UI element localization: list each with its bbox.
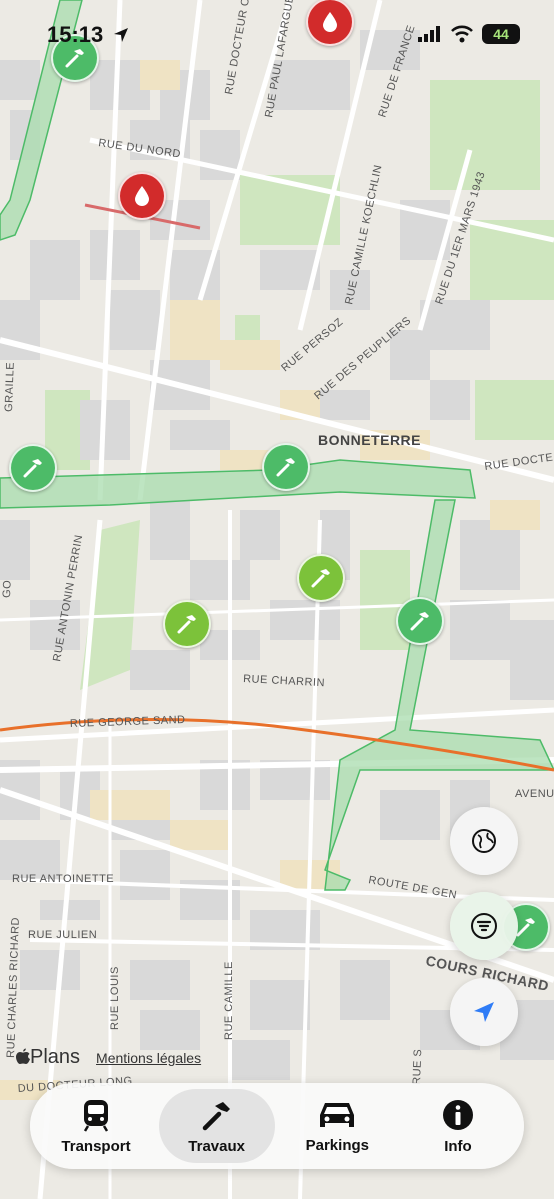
location-arrow-icon	[474, 1002, 494, 1022]
hammer-icon	[202, 1101, 230, 1130]
street-label: RUE JULIEN	[28, 929, 97, 941]
info-icon	[442, 1099, 473, 1130]
car-icon	[320, 1102, 355, 1127]
tab-travaux[interactable]: Travaux	[158, 1089, 275, 1163]
tab-transport[interactable]: Transport	[38, 1089, 154, 1163]
tram-icon	[83, 1099, 109, 1132]
hammer-icon	[276, 458, 295, 477]
wifi-icon	[451, 25, 473, 43]
cellular-signal-icon	[418, 26, 440, 42]
tab-label: Travaux	[188, 1137, 246, 1155]
location-arrow-icon	[114, 28, 128, 42]
tab-label: Info	[444, 1137, 472, 1155]
globe-button[interactable]	[450, 807, 518, 875]
street-label: RUE CAMILLE	[223, 961, 235, 1040]
status-time: 15:13	[47, 22, 104, 47]
street-label: RUE ANTOINETTE	[12, 873, 114, 885]
water-pin[interactable]	[118, 172, 166, 220]
status-bar: 15:13 44	[0, 0, 554, 70]
street-label: RUE LOUIS	[109, 966, 121, 1030]
street-label: RUE S	[411, 1049, 424, 1086]
hammer-icon	[410, 612, 429, 631]
filter-button[interactable]	[450, 892, 518, 960]
tab-label: Transport	[61, 1137, 131, 1155]
tab-bar: Transport Travaux Parkings Info	[30, 1083, 524, 1169]
legal-notice-link[interactable]: Mentions légales	[96, 1050, 201, 1066]
hammer-icon	[311, 569, 330, 588]
worksite-pin[interactable]	[9, 444, 57, 492]
filter-icon	[471, 913, 497, 939]
worksite-pin[interactable]	[297, 554, 345, 602]
hammer-icon	[177, 615, 196, 634]
globe-icon	[472, 829, 496, 853]
hammer-icon	[23, 459, 42, 478]
locate-me-button[interactable]	[450, 978, 518, 1046]
maps-attribution: Plans	[16, 1046, 80, 1069]
status-icons: 44	[418, 24, 520, 44]
water-drop-icon	[135, 186, 149, 206]
tab-label: Parkings	[305, 1136, 369, 1154]
street-label: GO	[1, 580, 14, 599]
worksite-pin[interactable]	[262, 443, 310, 491]
worksite-pin[interactable]	[163, 600, 211, 648]
district-label: BONNETERRE	[318, 432, 421, 448]
plans-label: Plans	[30, 1046, 81, 1068]
street-label: AVENU	[515, 788, 554, 800]
worksite-pin[interactable]	[396, 597, 444, 645]
battery-indicator: 44	[482, 24, 520, 44]
tab-parkings[interactable]: Parkings	[279, 1089, 395, 1163]
apple-logo-icon	[16, 1048, 30, 1064]
tab-info[interactable]: Info	[400, 1089, 516, 1163]
map-attribution: Plans Mentions légales	[16, 1046, 201, 1069]
street-label: GRAILLE	[3, 362, 17, 412]
